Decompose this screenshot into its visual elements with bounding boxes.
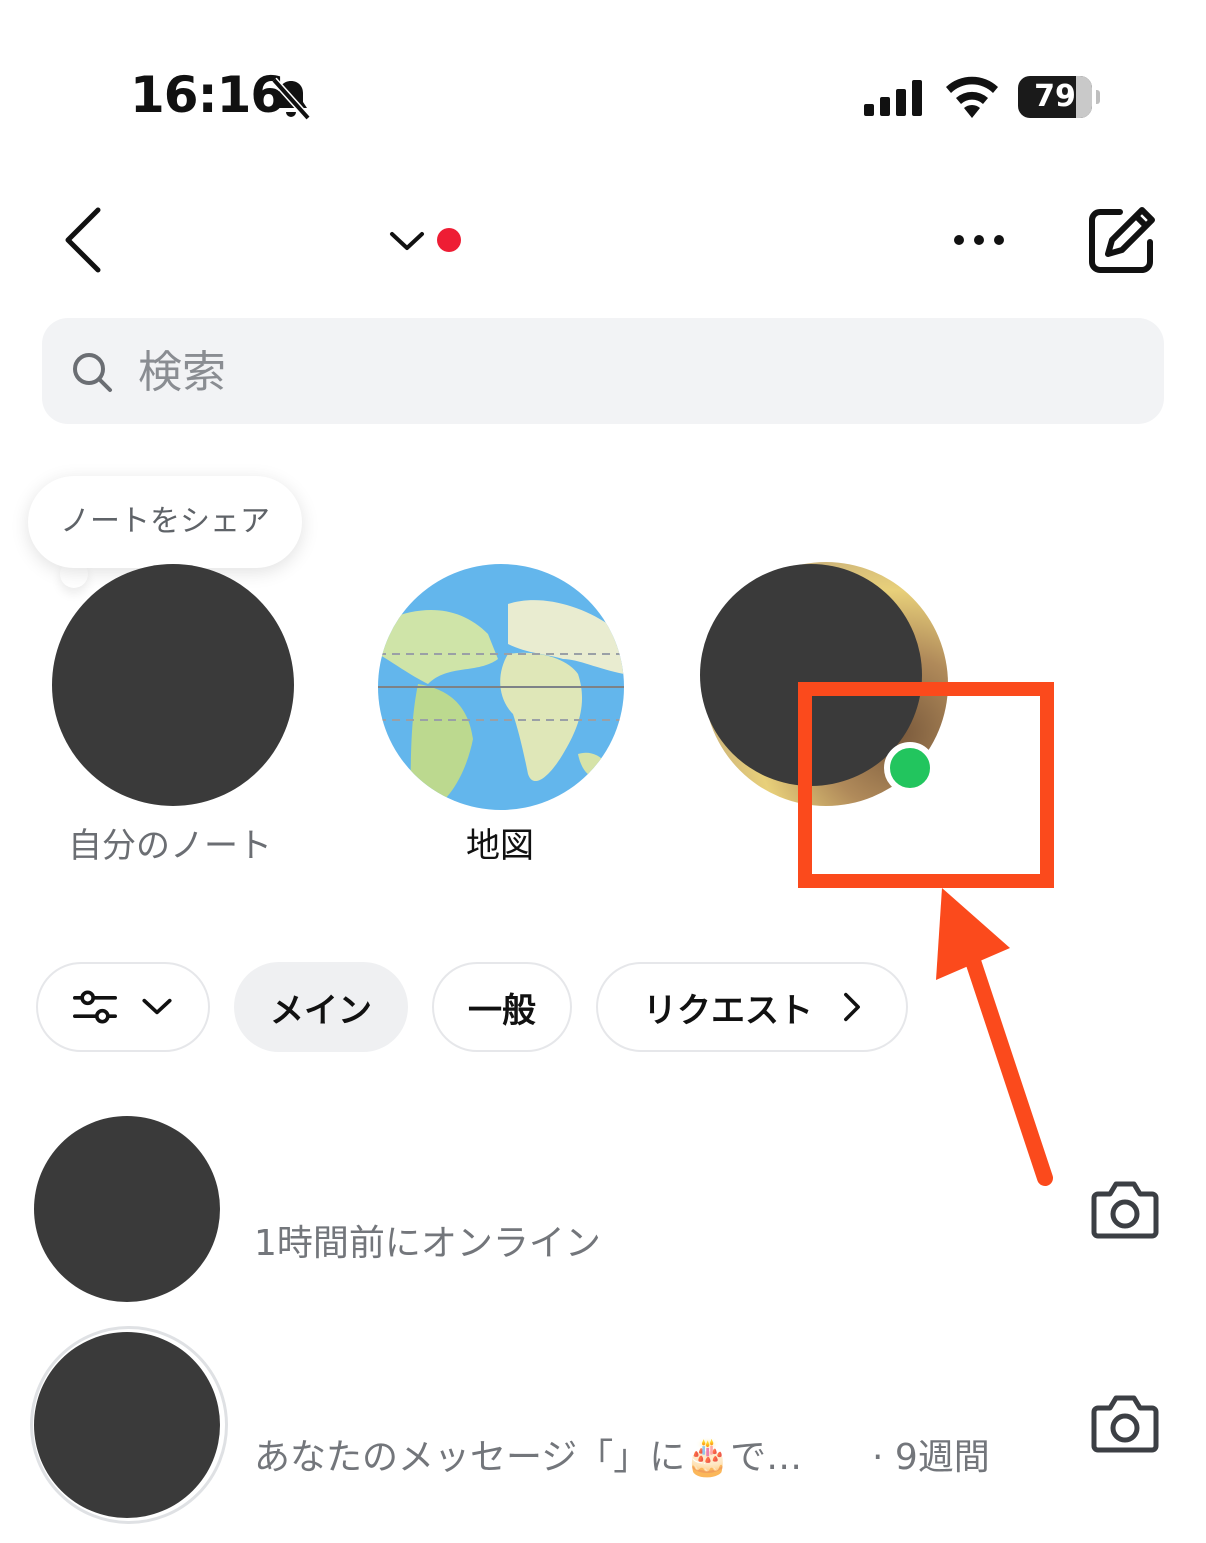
filter-chevron-down-icon (142, 998, 172, 1015)
my-note-avatar[interactable] (52, 564, 294, 806)
search-input[interactable] (136, 318, 1120, 426)
search-bar[interactable] (42, 318, 1164, 426)
cellular-signal-icon (864, 80, 922, 116)
map-label: 地図 (466, 826, 534, 866)
filter-chip[interactable] (36, 962, 210, 1052)
battery-percent: 79 (1034, 79, 1076, 114)
avatar (34, 1332, 220, 1518)
battery-indicator: 79 (1018, 76, 1100, 118)
share-note-bubble[interactable]: ノートをシェア (28, 476, 302, 568)
chevron-right-icon (844, 992, 860, 1022)
tab-general[interactable]: 一般 (432, 962, 572, 1052)
notification-dot (437, 228, 461, 252)
my-note-label: 自分のノート (68, 826, 272, 866)
search-icon (73, 353, 112, 392)
list-item[interactable]: 1時間前にオンライン (0, 1106, 1206, 1316)
more-options-icon[interactable] (952, 226, 1006, 254)
list-item[interactable]: あなたのメッセージ「」に🎂で… · 9週間 (0, 1322, 1206, 1532)
bell-muted-icon (271, 77, 311, 121)
tab-requests[interactable]: リクエスト (596, 962, 908, 1052)
camera-icon[interactable] (1090, 1392, 1160, 1454)
account-switch-chevron-icon[interactable] (388, 226, 426, 256)
camera-icon[interactable] (1090, 1178, 1160, 1240)
status-time: 16:16 (130, 66, 285, 124)
compose-icon[interactable] (1086, 204, 1158, 276)
highlight-box (798, 682, 1054, 888)
avatar (34, 1116, 220, 1302)
tab-requests-label: リクエスト (643, 990, 813, 1031)
tab-main[interactable]: メイン (234, 962, 408, 1052)
globe-map-icon[interactable] (378, 564, 624, 810)
message-time: · 9週間 (872, 1437, 990, 1478)
filter-sliders-icon (73, 990, 117, 1024)
wifi-icon (946, 76, 998, 118)
back-icon[interactable] (60, 206, 108, 274)
message-subtitle: 1時間前にオンライン (254, 1223, 601, 1264)
message-subtitle: あなたのメッセージ「」に🎂で… (254, 1437, 803, 1478)
